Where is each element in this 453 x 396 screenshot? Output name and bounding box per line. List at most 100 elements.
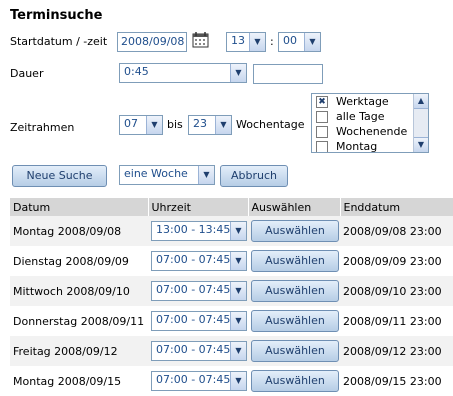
zeitrahmen-label: Zeitrahmen [10,121,75,134]
chevron-down-icon: ▼ [249,33,265,51]
uhrzeit-value: 07:00 - 07:45 [156,283,231,296]
table-row: Donnerstag 2008/09/11 07:00 - 07:45 ▼ Aus… [10,306,453,336]
uhrzeit-select[interactable]: 07:00 - 07:45 ▼ [151,341,247,361]
chevron-down-icon: ▼ [230,252,246,270]
chevron-down-icon: ▼ [230,312,246,330]
checkbox-checked-icon[interactable]: ✖ [316,96,328,108]
zeitrahmen-to-select[interactable]: 23 ▼ [188,115,232,135]
cell-auswaehlen: Auswählen [248,276,340,306]
cell-auswaehlen: Auswählen [248,216,340,246]
wochentage-option[interactable]: ✖ Werktage [312,94,428,109]
cell-enddatum: 2008/09/10 23:00 [340,276,453,306]
start-minute-value: 00 [283,34,297,47]
header-enddatum: Enddatum [340,198,453,216]
new-search-button[interactable]: Neue Suche [12,165,107,187]
cell-uhrzeit: 13:00 - 13:45 ▼ [148,216,248,246]
cell-uhrzeit: 07:00 - 07:45 ▼ [148,246,248,276]
calendar-icon[interactable] [192,31,209,48]
chevron-down-icon: ▼ [230,342,246,360]
cell-auswaehlen: Auswählen [248,246,340,276]
chevron-down-icon: ▼ [304,33,320,51]
cell-uhrzeit: 07:00 - 07:45 ▼ [148,276,248,306]
select-slot-button[interactable]: Auswählen [251,340,339,362]
cell-uhrzeit: 07:00 - 07:45 ▼ [148,306,248,336]
wochentage-listbox[interactable]: ✖ Werktage alle Tage Wochenende Montag ▲… [311,93,429,153]
cell-datum: Mittwoch 2008/09/10 [10,276,148,306]
chevron-down-icon: ▼ [198,166,214,184]
uhrzeit-select[interactable]: 07:00 - 07:45 ▼ [151,281,247,301]
start-date-input[interactable]: 2008/09/08 [117,32,187,52]
uhrzeit-select[interactable]: 07:00 - 07:45 ▼ [151,311,247,331]
chevron-down-icon: ▼ [146,116,162,134]
select-slot-button[interactable]: Auswählen [251,310,339,332]
chevron-down-icon: ▼ [230,64,246,82]
uhrzeit-value: 07:00 - 07:45 [156,313,231,326]
wochentage-option-label: Werktage [336,95,389,108]
select-slot-button[interactable]: Auswählen [251,220,339,242]
start-hour-select[interactable]: 13 ▼ [226,32,266,52]
time-separator: : [270,35,274,48]
checkbox-icon[interactable] [316,126,328,138]
table-header-row: Datum Uhrzeit Auswählen Enddatum [10,198,453,216]
uhrzeit-value: 07:00 - 07:45 [156,343,231,356]
select-slot-button[interactable]: Auswählen [251,280,339,302]
cell-enddatum: 2008/09/08 23:00 [340,216,453,246]
header-datum: Datum [10,198,149,216]
cell-enddatum: 2008/09/11 23:00 [340,306,453,336]
cell-datum: Donnerstag 2008/09/11 [10,306,148,336]
zeitrahmen-to-value: 23 [193,117,207,130]
table-row: Montag 2008/09/08 13:00 - 13:45 ▼ Auswähl… [10,216,453,246]
wochentage-option-label: Wochenende [336,125,408,138]
chevron-down-icon: ▼ [230,282,246,300]
table-row: Dienstag 2008/09/09 07:00 - 07:45 ▼ Auswä… [10,246,453,276]
select-slot-button[interactable]: Auswählen [251,250,339,272]
wochentage-option[interactable]: Wochenende [312,124,428,139]
cell-enddatum: 2008/09/12 23:00 [340,336,453,366]
abort-button[interactable]: Abbruch [220,165,288,187]
wochentage-option-label: alle Tage [336,110,385,123]
select-slot-button[interactable]: Auswählen [251,370,339,392]
period-select[interactable]: eine Woche ▼ [119,165,215,185]
checkbox-icon[interactable] [316,111,328,123]
header-uhrzeit: Uhrzeit [148,198,249,216]
chevron-down-icon: ▼ [230,222,246,240]
chevron-down-icon: ▼ [230,372,246,390]
uhrzeit-select[interactable]: 13:00 - 13:45 ▼ [151,221,247,241]
listbox-scrollbar[interactable]: ▲ ▼ [413,94,428,152]
start-minute-select[interactable]: 00 ▼ [278,32,321,52]
bis-label: bis [167,118,183,131]
table-row: Freitag 2008/09/12 07:00 - 07:45 ▼ Auswäh… [10,336,453,366]
dauer-label: Dauer [10,67,44,80]
uhrzeit-value: 07:00 - 07:45 [156,373,231,386]
header-auswaehlen: Auswählen [248,198,341,216]
dauer-value: 0:45 [124,65,149,78]
cell-datum: Montag 2008/09/08 [10,216,148,246]
scroll-down-icon[interactable]: ▼ [414,137,428,152]
page-title: Terminsuche [10,8,103,23]
cell-datum: Dienstag 2008/09/09 [10,246,148,276]
wochentage-label: Wochentage [236,118,305,131]
dauer-text-input[interactable] [253,64,323,84]
chevron-down-icon: ▼ [215,116,231,134]
uhrzeit-select[interactable]: 07:00 - 07:45 ▼ [151,371,247,391]
startdatum-label: Startdatum / -zeit [10,35,108,48]
zeitrahmen-from-value: 07 [124,117,138,130]
uhrzeit-value: 07:00 - 07:45 [156,253,231,266]
cell-auswaehlen: Auswählen [248,306,340,336]
period-value: eine Woche [124,167,188,180]
cell-datum: Freitag 2008/09/12 [10,336,148,366]
cell-enddatum: 2008/09/09 23:00 [340,246,453,276]
checkbox-icon[interactable] [316,141,328,152]
wochentage-option[interactable]: Montag [312,139,428,153]
cell-uhrzeit: 07:00 - 07:45 ▼ [148,336,248,366]
wochentage-option-label: Montag [336,140,378,153]
results-table: Datum Uhrzeit Auswählen Enddatum Montag … [10,198,453,396]
uhrzeit-value: 13:00 - 13:45 [156,223,231,236]
dauer-select[interactable]: 0:45 ▼ [119,63,247,83]
wochentage-option[interactable]: alle Tage [312,109,428,124]
start-hour-value: 13 [231,34,245,47]
table-row: Mittwoch 2008/09/10 07:00 - 07:45 ▼ Auswä… [10,276,453,306]
scroll-up-icon[interactable]: ▲ [414,94,428,109]
uhrzeit-select[interactable]: 07:00 - 07:45 ▼ [151,251,247,271]
zeitrahmen-from-select[interactable]: 07 ▼ [119,115,163,135]
